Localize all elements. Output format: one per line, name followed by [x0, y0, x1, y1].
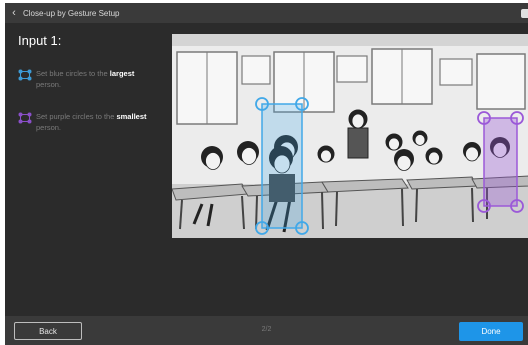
done-button[interactable]: Done: [459, 322, 523, 341]
page-indicator: 2/2: [261, 326, 272, 333]
window-title: Close-up by Gesture Setup: [23, 8, 120, 18]
instruction-smallest: Set purple circles to the smallest perso…: [18, 111, 158, 133]
instruction-largest: Set blue circles to the largest person.: [18, 68, 158, 90]
instruction-text: Set blue circles to the largest person.: [36, 69, 135, 89]
classroom-illustration: [171, 34, 528, 238]
smallest-person-marker: [477, 111, 524, 213]
footer-bar: Back 2/2 Done: [5, 316, 528, 345]
blue-corner-circles-icon: [18, 69, 32, 81]
chevron-left-icon[interactable]: ‹: [5, 7, 23, 19]
title-bar: ‹ Close-up by Gesture Setup: [5, 3, 528, 23]
input-title: Input 1:: [18, 33, 62, 48]
classroom-scene: [171, 34, 528, 238]
largest-person-marker: [255, 97, 309, 235]
instruction-text: Set purple circles to the smallest perso…: [36, 112, 147, 132]
purple-corner-circles-icon: [18, 112, 32, 124]
window-edge-icon: [521, 9, 528, 18]
setup-window: ‹ Close-up by Gesture Setup Input 1: Set…: [5, 3, 528, 345]
